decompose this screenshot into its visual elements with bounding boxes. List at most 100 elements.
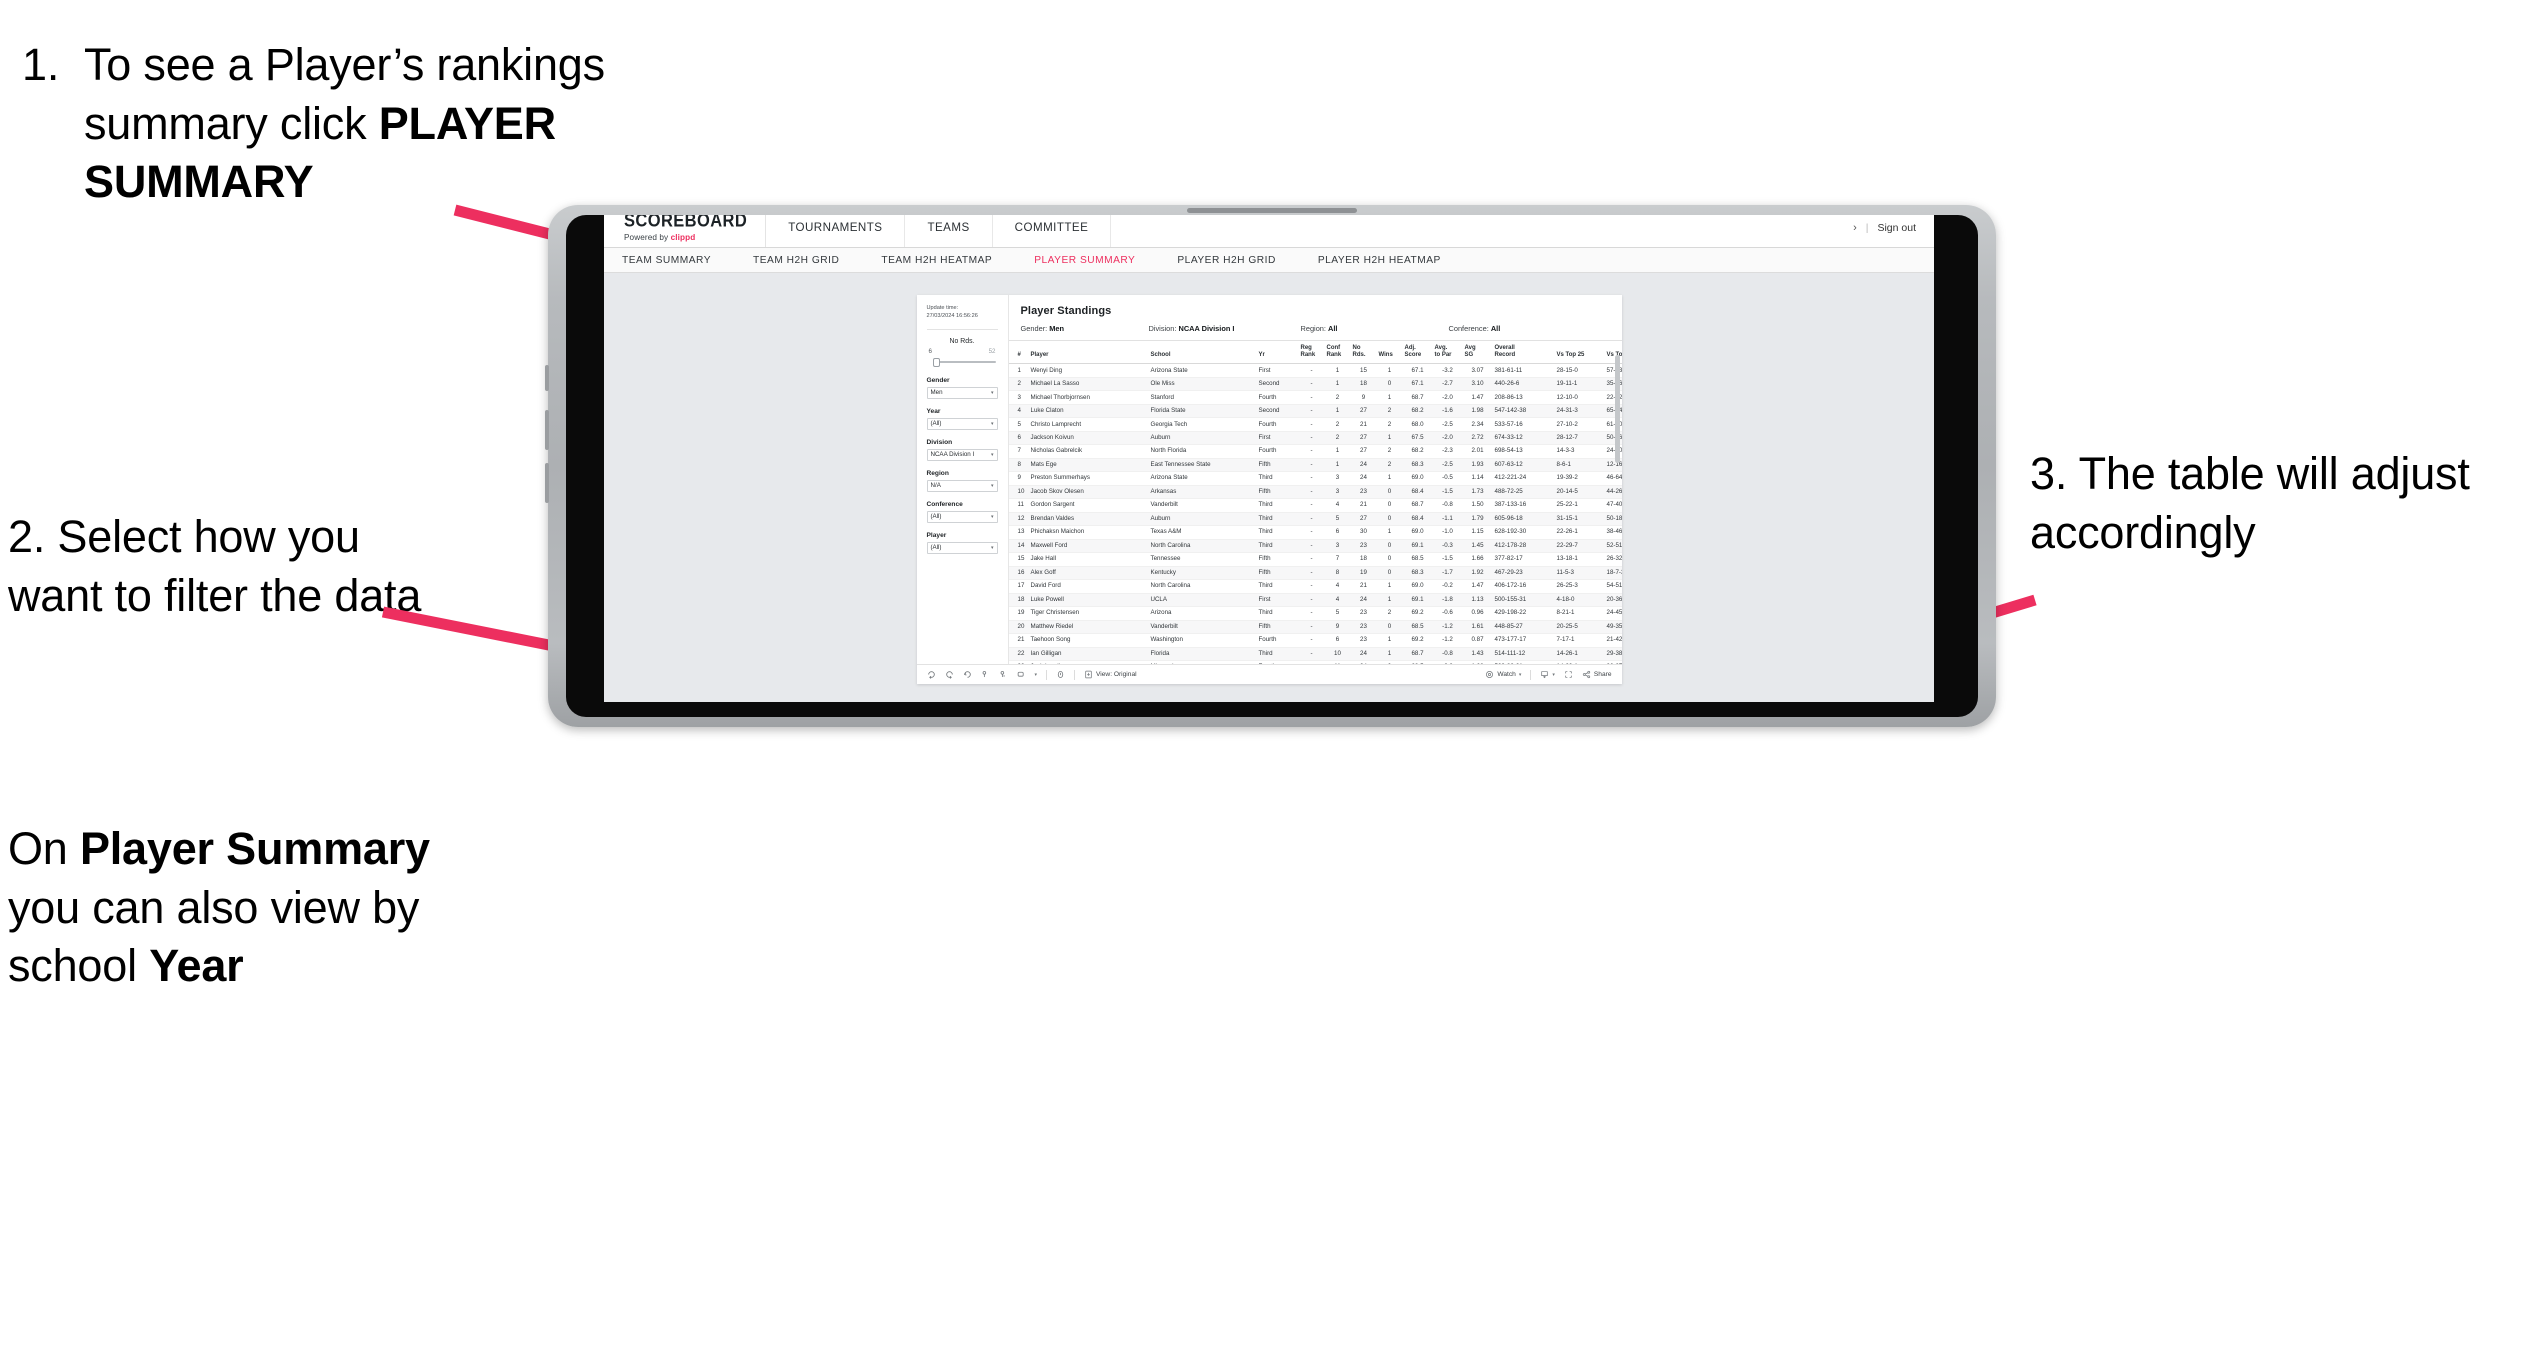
table-row[interactable]: 21 Taehoon Song Washington Fourth -6 23 1 69.2-… xyxy=(1008,633,1622,648)
no-rds-range: 6 52 xyxy=(927,348,998,357)
table-row[interactable]: 20 Matthew Riedel Vanderbilt Fifth -9 23 0 68.5… xyxy=(1008,620,1622,635)
slider-handle[interactable] xyxy=(932,357,940,367)
tab-player-h2h-grid[interactable]: PLAYER H2H GRID xyxy=(1177,255,1297,266)
pause-icon[interactable] xyxy=(999,670,1008,679)
nav-tournaments[interactable]: TOURNAMENTS xyxy=(766,215,906,247)
cell-overall_record: 473-177-17 xyxy=(1492,633,1555,648)
col-header-player[interactable]: Player xyxy=(1028,341,1149,365)
cell-adj_score: 69.0 xyxy=(1402,525,1433,540)
table-row[interactable]: 5 Christo Lamprecht Georgia Tech Fourth -2 21… xyxy=(1008,417,1622,432)
cell-overall_record: 440-26-6 xyxy=(1492,377,1555,392)
table-row[interactable]: 17 David Ford North Carolina Third -4 21 1 69.0… xyxy=(1008,579,1622,594)
download-button[interactable]: ▾ xyxy=(1540,670,1555,679)
table-row[interactable]: 9 Preston Summerhays Arizona State Third -3 2… xyxy=(1008,471,1622,486)
cell-vs_top_50: 50-18-5 xyxy=(1604,512,1622,527)
filter-gender-select[interactable]: Men ▾ xyxy=(926,386,998,399)
filter-player-select[interactable]: (All) ▾ xyxy=(926,541,998,554)
filter-division-select[interactable]: NCAA Division I ▾ xyxy=(926,448,998,461)
col-header-avg_sg[interactable]: Avg SG xyxy=(1462,341,1493,365)
table-row[interactable]: 2 Michael La Sasso Ole Miss Second -1 18 0 67.1… xyxy=(1008,377,1622,392)
table-row[interactable]: 14 Maxwell Ford North Carolina Third -3 23 0 69… xyxy=(1008,539,1622,554)
header-account-area: › | Sign out xyxy=(1853,215,1934,247)
share-button[interactable]: Share xyxy=(1582,670,1612,679)
tab-player-h2h-heatmap[interactable]: PLAYER H2H HEATMAP xyxy=(1318,255,1463,266)
cell-overall_record: 698-54-13 xyxy=(1492,444,1555,459)
filter-year-value: (All) xyxy=(930,420,942,428)
table-row[interactable]: 4 Luke Claton Florida State Second -1 27 2 68.2… xyxy=(1008,404,1622,419)
cell-player: Ian Gilligan xyxy=(1028,647,1149,662)
table-row[interactable]: 6 Jackson Koivun Auburn First -2 27 1 67.5 -2.0 2… xyxy=(1008,431,1622,446)
cell-school: North Carolina xyxy=(1148,579,1257,594)
table-row[interactable]: 12 Brendan Valdes Auburn Third -5 27 0 68.4 -1.1… xyxy=(1008,512,1622,527)
cell-adj_score: 68.2 xyxy=(1402,444,1433,459)
table-scrollbar[interactable] xyxy=(1614,355,1620,463)
cell-no_rds: 24 xyxy=(1350,660,1377,664)
presentation-mode-icon[interactable] xyxy=(1017,670,1026,679)
table-row[interactable]: 19 Tiger Christensen Arizona Third -5 23 2 69.2… xyxy=(1008,606,1622,621)
table-row[interactable]: 18 Luke Powell UCLA First -4 24 1 69.1 -1.8 1.13 5… xyxy=(1008,593,1622,608)
table-row[interactable]: 3 Michael Thorbjornsen Stanford Fourth -2 9 1 6… xyxy=(1008,390,1622,405)
table-row[interactable]: 13 Phichaksn Maichon Texas A&M Third -6 30 1 69… xyxy=(1008,525,1622,540)
cell-wins: 1 xyxy=(1376,471,1403,486)
tab-player-summary[interactable]: PLAYER SUMMARY xyxy=(1034,255,1157,266)
brand-logo[interactable]: SCOREBOARD Powered by clippd xyxy=(604,215,767,247)
annotation-step-1: 1. To see a Player’s rankings summary cl… xyxy=(22,36,812,212)
col-header-overall_record[interactable]: Overall Record xyxy=(1492,341,1555,365)
cell-vs_top_50: 54-51-4 xyxy=(1604,579,1622,594)
refresh-icon[interactable] xyxy=(981,670,990,679)
tablet-button-volume-down[interactable] xyxy=(545,463,549,503)
col-header-adj_score[interactable]: Adj. Score xyxy=(1402,341,1433,365)
view-original-button[interactable]: View: Original xyxy=(1084,670,1137,679)
table-row[interactable]: 8 Mats Ege East Tennessee State Fifth -1 24 2 6… xyxy=(1008,458,1622,473)
cell-wins: 1 xyxy=(1376,525,1403,540)
table-row[interactable]: 1 Wenyi Ding Arizona State First -1 15 1 67.1 -3… xyxy=(1008,363,1622,378)
col-header-avg_to_par[interactable]: Avg. to Par xyxy=(1432,341,1463,365)
tab-team-h2h-heatmap[interactable]: TEAM H2H HEATMAP xyxy=(881,255,1014,266)
no-rds-slider[interactable] xyxy=(927,357,998,367)
filter-region-select[interactable]: N/A ▾ xyxy=(926,479,998,492)
brand-tagline: Powered by clippd xyxy=(624,233,747,242)
filter-year-select[interactable]: (All) ▾ xyxy=(926,417,998,430)
sign-out-link[interactable]: Sign out xyxy=(1877,222,1916,234)
col-header-yr[interactable]: Yr xyxy=(1256,341,1299,365)
nav-teams[interactable]: TEAMS xyxy=(905,215,993,247)
cell-school: Washington xyxy=(1148,633,1257,648)
table-row[interactable]: 15 Jake Hall Tennessee Fifth -7 18 0 68.5 -1.5 1.… xyxy=(1008,552,1622,567)
meta-gender: Gender: Men xyxy=(1021,324,1149,333)
table-row[interactable]: 22 Ian Gilligan Florida Third -10 24 1 68.7 -0.8… xyxy=(1008,647,1622,662)
col-header-vs_top_25[interactable]: Vs Top 25 xyxy=(1554,341,1605,365)
tab-team-summary[interactable]: TEAM SUMMARY xyxy=(622,255,733,266)
col-header-num[interactable]: # xyxy=(1008,341,1029,365)
col-header-no_rds[interactable]: No Rds. xyxy=(1350,341,1377,365)
table-row[interactable]: 7 Nicholas Gabrelcik North Florida Fourth -1… xyxy=(1008,444,1622,459)
cell-overall_record: 429-198-22 xyxy=(1492,606,1555,621)
chevron-down-icon[interactable]: ▾ xyxy=(1035,672,1038,678)
cell-avg_to_par: -0.6 xyxy=(1432,606,1463,621)
tablet-button-power[interactable] xyxy=(545,365,549,391)
table-row[interactable]: 10 Jacob Skov Olesen Arkansas Fifth -3 23 0 68.… xyxy=(1008,485,1622,500)
tab-team-h2h-grid[interactable]: TEAM H2H GRID xyxy=(753,255,861,266)
tablet-button-volume-up[interactable] xyxy=(545,410,549,450)
table-row[interactable]: 23Jack LundinMissouriFourth-1124068.5-2.… xyxy=(1008,660,1622,664)
cell-vs_top_50: 24-45-1 xyxy=(1604,606,1622,621)
fullscreen-icon[interactable] xyxy=(1564,670,1573,679)
secondary-nav: TEAM SUMMARY TEAM H2H GRID TEAM H2H HEAT… xyxy=(604,248,1934,273)
table-row[interactable]: 16 Alex Goff Kentucky Fifth -8 19 0 68.3 -1.7 1.9… xyxy=(1008,566,1622,581)
table-row[interactable]: 11 Gordon Sargent Vanderbilt Third -4 21 0 68.7… xyxy=(1008,498,1622,513)
filter-conference-select[interactable]: (All) ▾ xyxy=(926,510,998,523)
cell-num: 11 xyxy=(1008,498,1029,513)
alert-icon[interactable] xyxy=(1056,670,1065,679)
col-header-school[interactable]: School xyxy=(1148,341,1257,365)
col-header-conf_rank[interactable]: Conf Rank xyxy=(1324,341,1351,365)
redo-icon[interactable] xyxy=(945,670,954,679)
undo-icon[interactable] xyxy=(927,670,936,679)
col-header-wins[interactable]: Wins xyxy=(1376,341,1403,365)
cell-overall_record: 406-172-16 xyxy=(1492,579,1555,594)
cell-vs_top_25: 7-17-1 xyxy=(1554,633,1605,648)
col-header-reg_rank[interactable]: Reg Rank xyxy=(1298,341,1325,365)
revert-icon[interactable] xyxy=(963,670,972,679)
watch-button[interactable]: Watch ▾ xyxy=(1485,670,1521,679)
cell-avg_to_par: -2.5 xyxy=(1432,458,1463,473)
cell-overall_record: 674-33-12 xyxy=(1492,431,1555,446)
nav-committee[interactable]: COMMITTEE xyxy=(992,215,1112,247)
